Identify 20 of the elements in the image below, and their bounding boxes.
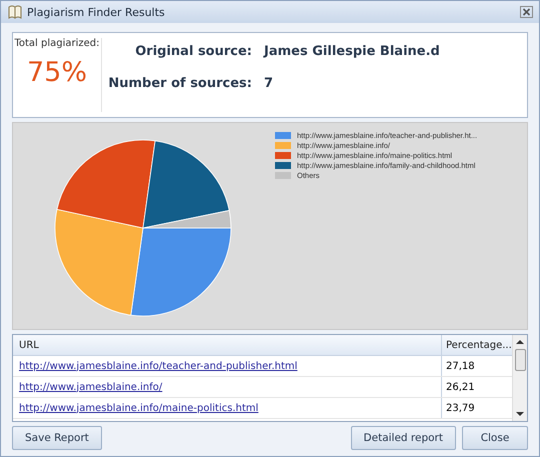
book-icon [7,4,23,20]
dialog-button[interactable]: Detailed report [350,426,456,450]
scroll-down-icon[interactable] [516,411,524,417]
column-header[interactable]: URL [13,335,441,355]
url-link[interactable]: http://www.jamesblaine.info/ [19,382,162,392]
dialog-button[interactable]: Close [462,426,528,450]
url-link[interactable]: http://www.jamesblaine.info/teacher-and-publisher.html [19,360,298,372]
save-report-button[interactable]: Save Report [12,426,102,450]
url-link[interactable]: http://www.jamesblaine.info/maine-politics.html [19,402,258,414]
field-label: Number of sources: [107,76,252,91]
field-label: Original source: [134,44,252,59]
scrollbar[interactable] [512,335,527,421]
window-title: Plagiarism Finder Results [27,6,166,18]
field-value: 7 [264,76,274,91]
total-percentage: 75% [26,57,87,88]
scrollbar-thumb[interactable] [514,349,526,371]
close-icon[interactable] [520,6,533,18]
scroll-up-icon[interactable] [516,339,524,345]
field-value: James Gillespie Blaine.d [264,44,440,59]
total-label: Total plagiarized: [14,38,100,49]
